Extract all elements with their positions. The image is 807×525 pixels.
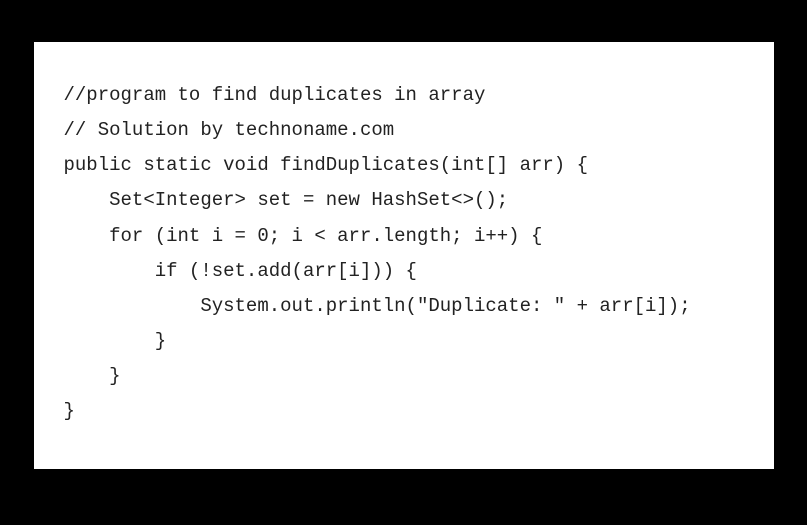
- code-line: // Solution by technoname.com: [64, 113, 744, 148]
- code-line: //program to find duplicates in array: [64, 78, 744, 113]
- code-line: }: [64, 324, 744, 359]
- code-line: }: [64, 359, 744, 394]
- code-line: public static void findDuplicates(int[] …: [64, 148, 744, 183]
- code-block: //program to find duplicates in array //…: [34, 42, 774, 469]
- code-line: System.out.println("Duplicate: " + arr[i…: [64, 289, 744, 324]
- code-line: }: [64, 394, 744, 429]
- code-line: Set<Integer> set = new HashSet<>();: [64, 183, 744, 218]
- code-line: for (int i = 0; i < arr.length; i++) {: [64, 219, 744, 254]
- code-line: if (!set.add(arr[i])) {: [64, 254, 744, 289]
